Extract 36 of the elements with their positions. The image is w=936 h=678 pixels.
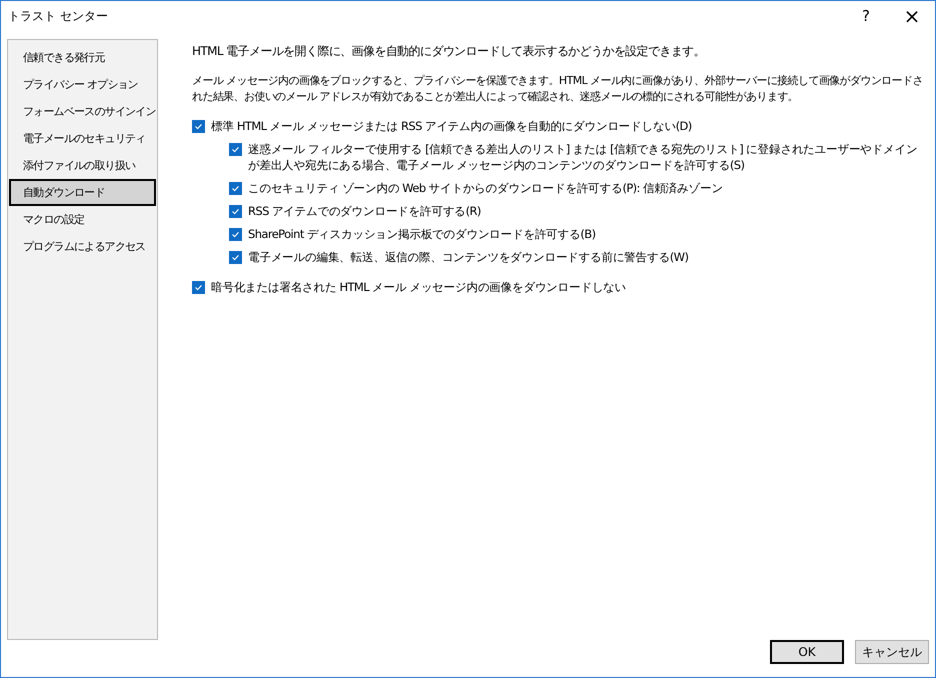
close-button[interactable]: ×: [889, 1, 935, 31]
check-icon: [230, 229, 241, 240]
checkbox[interactable]: [192, 281, 205, 294]
check-icon: [193, 282, 204, 293]
option-label: 電子メールの編集、転送、返信の際、コンテンツをダウンロードする前に警告する(W): [248, 249, 688, 265]
sidebar-item[interactable]: プライバシー オプション: [9, 71, 156, 98]
sidebar-item[interactable]: プログラムによるアクセス: [9, 233, 156, 260]
checkbox[interactable]: [229, 182, 242, 195]
option-label: 暗号化または署名された HTML メール メッセージ内の画像をダウンロードしない: [211, 279, 626, 295]
option-label: SharePoint ディスカッション掲示板でのダウンロードを許可する(B): [248, 226, 596, 242]
description-text: メール メッセージ内の画像をブロックすると、プライバシーを保護できます。HTML メール内に画像があり、外部サーバーに接続して画像がダウンロードされた結果、お使いのメール アドレスが有効であることが差出人によって確認され、迷惑メールの標的にされる可能性があります。: [192, 73, 923, 105]
sidebar-item[interactable]: 信頼できる発行元: [9, 44, 156, 71]
checkbox[interactable]: [192, 120, 205, 133]
option-label: 標準 HTML メール メッセージまたは RSS アイテム内の画像を自動的にダウンロードしない(D): [211, 118, 692, 134]
option-label: RSS アイテムでのダウンロードを許可する(R): [248, 203, 481, 219]
sidebar-item[interactable]: 自動ダウンロード: [9, 179, 156, 206]
ok-button[interactable]: OK: [770, 640, 844, 664]
check-icon: [230, 206, 241, 217]
checkbox[interactable]: [229, 228, 242, 241]
option-label: このセキュリティ ゾーン内の Web サイトからのダウンロードを許可する(P): 信頼済みゾーン: [248, 180, 723, 196]
check-icon: [230, 252, 241, 263]
check-icon: [230, 183, 241, 194]
window-title: トラスト センター: [8, 8, 108, 24]
checkbox[interactable]: [229, 143, 242, 156]
check-icon: [193, 121, 204, 132]
option-label: 迷惑メール フィルターで使用する [信頼できる差出人のリスト] または [信頼できる宛先のリスト] に登録されたユーザーやドメインが差出人や宛先にある場合、電子メール メッセージ内のコンテンツのダウンロードを許可する(S): [248, 141, 918, 173]
sidebar-item[interactable]: 添付ファイルの取り扱い: [9, 152, 156, 179]
cancel-button[interactable]: キャンセル: [855, 640, 929, 664]
sidebar-item[interactable]: 電子メールのセキュリティ: [9, 125, 156, 152]
check-icon: [230, 144, 241, 155]
help-button[interactable]: ?: [843, 1, 889, 31]
checkbox[interactable]: [229, 251, 242, 264]
sidebar-item[interactable]: フォームベースのサインイン: [9, 98, 156, 125]
intro-text: HTML 電子メールを開く際に、画像を自動的にダウンロードして表示するかどうかを設定できます。: [192, 43, 706, 59]
checkbox[interactable]: [229, 205, 242, 218]
sidebar-item[interactable]: マクロの設定: [9, 206, 156, 233]
